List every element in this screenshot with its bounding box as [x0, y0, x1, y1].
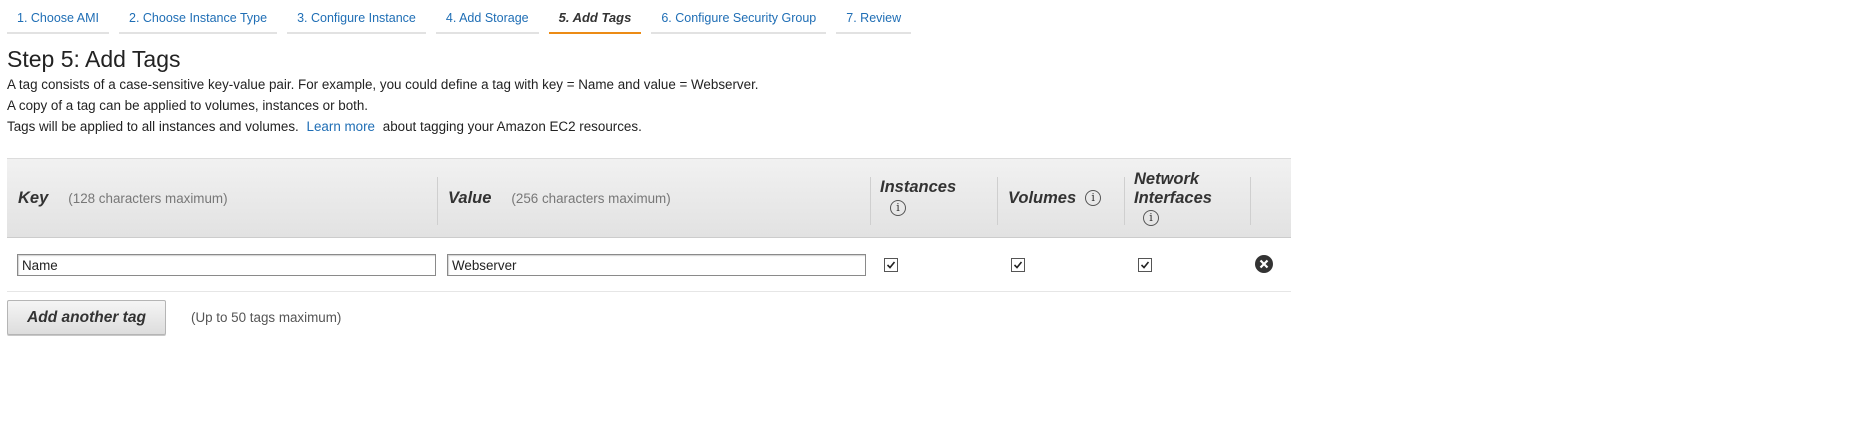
- network-interfaces-column-header: Network Interfaces i: [1134, 159, 1212, 237]
- tab-configure-instance[interactable]: 3. Configure Instance: [287, 0, 426, 34]
- value-column-header: Value (256 characters maximum): [448, 159, 671, 237]
- info-icon[interactable]: i: [1085, 190, 1102, 206]
- tag-value-input[interactable]: [447, 254, 866, 276]
- checkmark-icon: [1013, 261, 1023, 269]
- tags-table-header: Key (128 characters maximum) Value (256 …: [7, 158, 1291, 238]
- info-icon[interactable]: i: [1143, 210, 1159, 226]
- volumes-header-label: Volumes: [1008, 188, 1077, 207]
- volumes-column-header: Volumes i: [1008, 159, 1102, 237]
- network-interfaces-checkbox[interactable]: [1138, 258, 1152, 272]
- info-icon[interactable]: i: [890, 200, 906, 216]
- tag-key-input[interactable]: [17, 254, 436, 276]
- instances-checkbox[interactable]: [884, 258, 898, 272]
- table-row: [7, 237, 1291, 292]
- description-line-1: A tag consists of a case-sensitive key-v…: [7, 77, 759, 92]
- description-line-3: Tags will be applied to all instances an…: [7, 119, 642, 134]
- add-another-tag-button[interactable]: Add another tag: [7, 300, 166, 335]
- tab-choose-ami[interactable]: 1. Choose AMI: [7, 0, 109, 34]
- column-divider: [870, 177, 871, 225]
- tab-review[interactable]: 7. Review: [836, 0, 912, 34]
- checkmark-icon: [1140, 261, 1150, 269]
- column-divider: [997, 177, 998, 225]
- checkmark-icon: [886, 261, 896, 269]
- description-line-3-suffix: about tagging your Amazon EC2 resources.: [382, 119, 642, 134]
- key-column-header: Key (128 characters maximum): [18, 159, 228, 237]
- instances-header-label: Instances: [880, 178, 957, 196]
- key-header-label: Key: [18, 188, 49, 207]
- tab-add-storage[interactable]: 4. Add Storage: [435, 0, 539, 34]
- volumes-checkbox[interactable]: [1011, 258, 1025, 272]
- learn-more-link[interactable]: Learn more: [307, 119, 375, 134]
- description-line-2: A copy of a tag can be applied to volume…: [7, 98, 369, 113]
- value-header-hint: (256 characters maximum): [511, 190, 671, 206]
- column-divider: [437, 177, 438, 225]
- page-title: Step 5: Add Tags: [7, 46, 181, 72]
- close-icon: [1259, 259, 1269, 269]
- network-header-label-line-1: Network: [1134, 170, 1200, 188]
- tag-limit-hint: (Up to 50 tags maximum): [191, 310, 342, 325]
- wizard-steps: 1. Choose AMI 2. Choose Instance Type 3.…: [7, 0, 921, 34]
- tab-choose-instance-type[interactable]: 2. Choose Instance Type: [119, 0, 278, 34]
- description-line-3-text: Tags will be applied to all instances an…: [7, 119, 299, 134]
- column-divider: [1250, 177, 1251, 225]
- tab-configure-security-group[interactable]: 6. Configure Security Group: [651, 0, 827, 34]
- instances-column-header: Instances i: [880, 158, 956, 236]
- tab-add-tags[interactable]: 5. Add Tags: [548, 0, 642, 34]
- remove-tag-button[interactable]: [1255, 255, 1273, 273]
- network-header-label-line-2: Interfaces: [1134, 189, 1212, 207]
- key-header-hint: (128 characters maximum): [68, 190, 228, 206]
- value-header-label: Value: [448, 188, 492, 207]
- column-divider: [1124, 177, 1125, 225]
